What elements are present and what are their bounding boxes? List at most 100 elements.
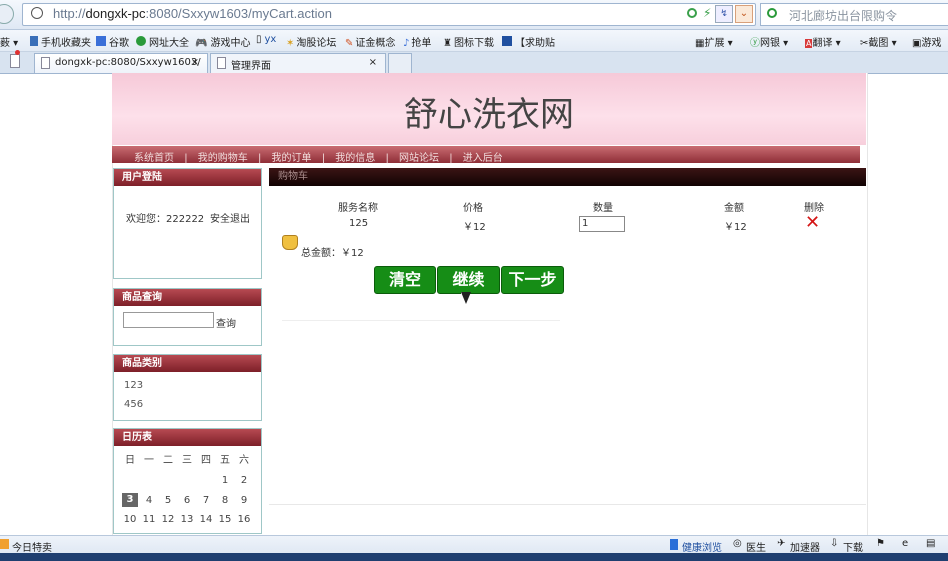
nav-separator: | [257,153,262,164]
calendar-day[interactable]: 4 [140,495,158,506]
next-step-button[interactable]: 下一步 [501,266,564,294]
close-icon[interactable]: × [191,57,199,68]
yen-icon: ⓨ [750,38,760,49]
extensions-button[interactable]: ▦扩展 ▾ [695,34,733,49]
divider-line [282,320,560,321]
bookmark-item[interactable]: ▯ yx [256,34,276,45]
calendar-day[interactable]: 13 [178,514,196,525]
compat-icon[interactable]: ↯ [715,5,733,23]
status-deals[interactable]: 今日特卖 [12,539,52,554]
netbank-button[interactable]: ⓨ网银 ▾ [750,34,788,49]
continue-button[interactable]: 继续 [437,266,500,294]
calendar-day[interactable]: 7 [197,495,215,506]
search-box[interactable]: 河北廊坊出台限购令 [760,3,948,26]
delete-x-icon[interactable]: ✕ [805,214,820,232]
product-search-input[interactable] [123,312,214,328]
close-icon[interactable]: × [369,57,377,68]
bookmark-item[interactable]: 【求助贴 [502,34,555,49]
mouse-cursor-icon [461,292,471,304]
game-button[interactable]: ▣游戏 [912,34,941,49]
bookmark-item[interactable]: 🎮 游戏中心 [195,34,250,49]
calendar-weekday: 一 [144,455,154,466]
calendar-day[interactable]: 14 [197,514,215,525]
calendar-day[interactable]: 6 [178,495,196,506]
new-doc-icon[interactable] [10,50,20,68]
tab-active[interactable]: dongxk-pc:8080/Sxxyw1603/ × [34,53,208,73]
calendar-day[interactable]: 3 [122,493,138,507]
phone-icon [30,36,38,46]
calendar-panel: 日历表 日一二三四五六 12 3456789 10 11 12 13 14 15 16 [113,428,262,534]
calendar-day[interactable]: 11 [140,514,158,525]
footer-divider [269,504,866,505]
tab-label: 管理界面 [231,61,271,72]
bookmark-item[interactable]: ✎ 证金概念 [345,34,395,49]
status-download[interactable]: 下载 [843,539,863,554]
new-tab-button[interactable] [388,53,412,73]
bookmark-item[interactable]: ♜ 图标下载 [443,34,494,49]
calendar-day[interactable]: 16 [235,514,253,525]
translate-button[interactable]: A翻译 ▾ [805,34,841,49]
nav-home[interactable]: 系统首页 [134,153,174,164]
calendar-day[interactable]: 5 [159,495,177,506]
bookmarks-bar: 薮 ▾ 手机收藏夹 谷歌 网址大全 🎮 游戏中心 ▯ yx ✶ 淘股论坛 ✎ 证金概念 … [0,30,948,52]
bookmark-item[interactable]: ✶ 淘股论坛 [286,34,336,49]
bookmark-item[interactable]: ♪ 抢单 [403,34,431,49]
url-field[interactable]: http://dongxk-pc:8080/Sxxyw1603/myCart.a… [22,3,756,26]
screenshot-button[interactable]: ✂截图 ▾ [860,34,897,49]
category-item[interactable]: 123 [124,380,143,391]
google-icon [96,36,106,46]
health-icon [670,539,678,550]
clear-button[interactable]: 清空 [374,266,436,294]
cell-price: ￥12 [463,222,486,233]
welcome-text: 欢迎您：222222 [126,214,205,225]
calendar-day[interactable]: 15 [216,514,234,525]
cell-amount: ￥12 [724,222,747,233]
col-header-price: 价格 [463,203,483,214]
refresh-icon[interactable] [687,8,697,18]
ie-icon[interactable]: e [902,538,908,549]
cart-caption-bar: 购物车 [269,168,866,186]
search-button[interactable]: 查询 [216,315,236,330]
search-text[interactable]: 河北廊坊出台限购令 [789,7,897,24]
lightning-icon[interactable]: ⚡ [703,6,711,20]
url-prefix: http:// [53,6,86,21]
calendar-day[interactable]: 10 [121,514,139,525]
status-accelerator[interactable]: 加速器 [790,539,820,554]
nav-admin[interactable]: 进入后台 [463,153,503,164]
bookmark-item[interactable]: 网址大全 [136,34,189,49]
calendar-day[interactable]: 2 [235,475,253,486]
dropdown-icon[interactable]: ⌄ [735,5,753,23]
nav-orders[interactable]: 我的订单 [272,153,312,164]
money-bag-icon [282,235,298,250]
status-health[interactable]: 健康浏览 [682,539,722,554]
taskbar [0,553,948,561]
calendar-day[interactable]: 8 [216,495,234,506]
flag-icon[interactable]: ⚑ [876,538,885,549]
login-header: 用户登陆 [114,169,261,186]
calendar-day[interactable]: 9 [235,495,253,506]
login-panel: 用户登陆 欢迎您：222222 安全退出 [113,168,262,279]
page-icon: ▯ [256,34,262,45]
nav-separator: | [385,153,389,164]
col-header-name: 服务名称 [338,203,378,214]
nav-profile[interactable]: 我的信息 [335,153,375,164]
gamepad-icon: 🎮 [195,38,208,49]
bookmark-item[interactable]: 手机收藏夹 [30,34,91,49]
category-header: 商品类别 [114,355,261,372]
search-engine-icon[interactable] [767,8,777,18]
bookmark-item[interactable]: 谷歌 [96,34,129,49]
paw-icon [502,36,512,46]
back-button[interactable] [0,4,14,24]
status-doctor[interactable]: 医生 [746,539,766,554]
rocket-icon: ✈ [777,538,786,549]
category-item[interactable]: 456 [124,399,143,410]
nav-cart[interactable]: 我的购物车 [198,153,248,164]
quantity-input[interactable]: 1 [579,216,625,232]
tab-admin[interactable]: 管理界面 × [210,53,386,73]
window-icon[interactable]: ▤ [926,538,935,549]
bookmark-edge[interactable]: 薮 ▾ [0,34,18,49]
calendar-day[interactable]: 12 [159,514,177,525]
nav-forum[interactable]: 网站论坛 [399,153,439,164]
logout-link[interactable]: 安全退出 [210,210,250,225]
calendar-day[interactable]: 1 [216,475,234,486]
